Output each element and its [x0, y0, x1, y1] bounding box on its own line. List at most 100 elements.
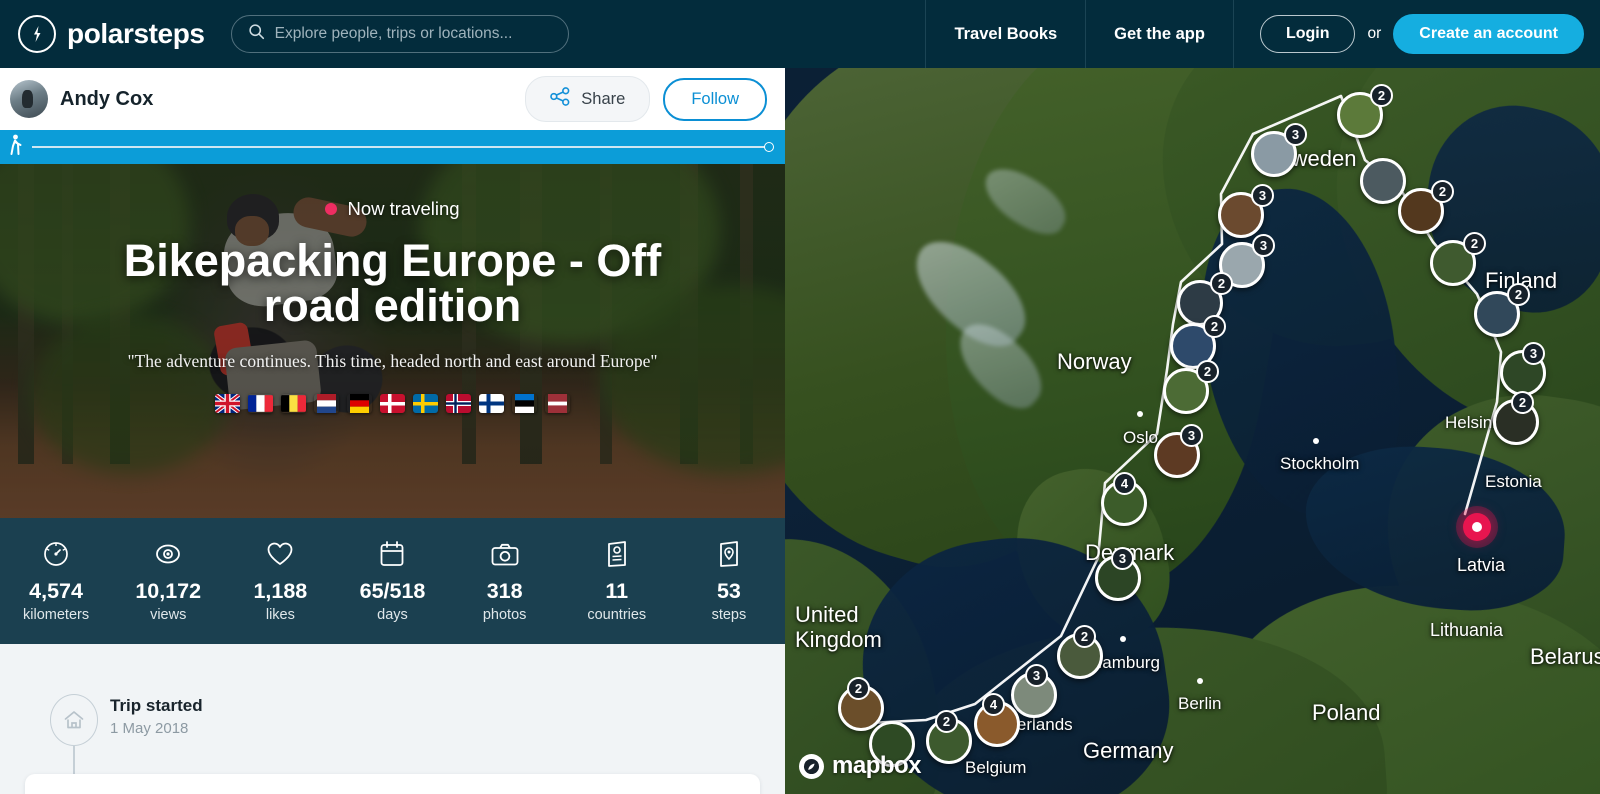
stat-countries: 11 countries	[561, 539, 673, 623]
current-location-pin[interactable]	[1463, 513, 1491, 541]
stat-value: 1,188	[253, 579, 308, 603]
trip-stats-bar: 4,574 kilometers 10,172 views 1,188 like…	[0, 518, 785, 644]
share-button[interactable]: Share	[525, 76, 651, 122]
or-label: or	[1367, 25, 1382, 42]
live-dot-icon	[325, 203, 338, 215]
map-marker[interactable]	[1360, 158, 1406, 204]
stat-likes: 1,188 likes	[224, 539, 336, 623]
polarsteps-logo-icon	[18, 15, 56, 53]
brand-logo[interactable]: polarsteps	[0, 15, 205, 53]
city-dot-hamburg	[1120, 636, 1126, 642]
map-label-berlin: Berlin	[1178, 694, 1222, 713]
trip-started-label: Trip started	[110, 696, 203, 715]
avatar[interactable]	[10, 80, 48, 118]
city-dot-stockholm	[1313, 438, 1319, 444]
trip-map[interactable]: Sweden Finland Norway Oslo Stockholm Hel…	[785, 68, 1600, 794]
map-marker-badge[interactable]: 3	[1522, 342, 1545, 365]
map-marker-badge[interactable]: 2	[935, 710, 958, 733]
map-label-latvia: Latvia	[1457, 555, 1506, 575]
map-marker-badge[interactable]: 4	[982, 693, 1005, 716]
stat-label: steps	[711, 607, 747, 623]
calendar-icon	[379, 539, 405, 569]
feed-step-card[interactable]: Oxford hills...	[25, 774, 760, 794]
map-marker-badge[interactable]: 2	[1507, 283, 1530, 306]
map-marker-badge[interactable]: 2	[1210, 272, 1233, 295]
polarsteps-trip-page: polarsteps Travel Books Get the app Logi…	[0, 0, 1600, 794]
profile-username[interactable]: Andy Cox	[60, 88, 153, 111]
trip-started-date: 1 May 2018	[110, 720, 189, 737]
slider-handle[interactable]	[764, 142, 774, 152]
trip-subtitle: "The adventure continues. This time, hea…	[127, 351, 658, 371]
nav-link-get-the-app[interactable]: Get the app	[1085, 0, 1233, 68]
brand-name: polarsteps	[67, 18, 205, 49]
flag-estonia	[512, 394, 537, 413]
search-box[interactable]	[230, 15, 569, 53]
stat-steps: 53 steps	[673, 539, 785, 623]
stat-label: likes	[265, 607, 295, 623]
profile-bar: Andy Cox Share Follow	[0, 68, 785, 130]
map-marker-badge[interactable]: 3	[1284, 123, 1307, 146]
map-label-poland: Poland	[1312, 700, 1381, 725]
flag-finland	[479, 394, 504, 413]
map-marker-badge[interactable]: 2	[847, 677, 870, 700]
flag-netherlands	[314, 394, 339, 413]
map-marker-badge[interactable]: 3	[1252, 234, 1275, 257]
share-icon	[550, 87, 571, 111]
trip-title: Bikepacking Europe - Off road edition	[123, 235, 662, 331]
map-marker-badge[interactable]: 2	[1431, 180, 1454, 203]
map-label-oslo: Oslo	[1123, 428, 1158, 447]
create-account-button[interactable]: Create an account	[1393, 14, 1584, 54]
trip-detail-panel: Andy Cox Share Follow Now traveling Bike…	[0, 68, 785, 794]
map-label-germany: Germany	[1083, 738, 1174, 763]
stat-value: 10,172	[135, 579, 202, 603]
step-pin-icon	[718, 539, 740, 569]
map-label-kingdom: Kingdom	[795, 627, 882, 652]
status-badge-label: Now traveling	[347, 198, 460, 219]
map-label-estonia: Estonia	[1485, 472, 1542, 491]
follow-button[interactable]: Follow	[663, 77, 767, 121]
search-input[interactable]	[274, 25, 552, 43]
mapbox-attribution[interactable]: mapbox	[799, 752, 922, 780]
map-marker-badge[interactable]: 2	[1511, 391, 1534, 414]
map-marker-badge[interactable]: 3	[1111, 547, 1134, 570]
heart-icon	[266, 539, 294, 569]
map-marker-badge[interactable]: 2	[1370, 84, 1393, 107]
map-marker-badge[interactable]: 3	[1251, 184, 1274, 207]
nav-right-group: Travel Books Get the app Login or Create…	[925, 0, 1600, 68]
profile-actions: Share Follow	[525, 76, 775, 122]
stat-value: 11	[605, 579, 629, 603]
status-badge: Now traveling	[325, 198, 460, 220]
hero-content: Now traveling Bikepacking Europe - Off r…	[0, 164, 785, 518]
map-marker-badge[interactable]: 3	[1180, 424, 1203, 447]
stat-kilometers: 4,574 kilometers	[0, 539, 112, 623]
stat-photos: 318 photos	[449, 539, 561, 623]
passport-icon	[606, 539, 628, 569]
map-marker-badge[interactable]: 2	[1463, 232, 1486, 255]
map-marker-badge[interactable]: 3	[1025, 664, 1048, 687]
stat-label: days	[377, 607, 408, 623]
flag-germany	[347, 394, 372, 413]
map-label-belgium: Belgium	[965, 758, 1027, 777]
trip-hero: Now traveling Bikepacking Europe - Off r…	[0, 164, 785, 518]
login-button[interactable]: Login	[1259, 15, 1356, 53]
stat-label: countries	[587, 607, 647, 623]
map-marker-badge[interactable]: 4	[1113, 472, 1136, 495]
map-marker-badge[interactable]: 2	[1073, 625, 1096, 648]
nav-link-travel-books[interactable]: Travel Books	[925, 0, 1085, 68]
map-marker-badge[interactable]: 2	[1203, 315, 1226, 338]
trip-timeline-slider[interactable]	[0, 130, 785, 164]
stat-value: 318	[486, 579, 523, 603]
flag-belgium	[281, 394, 306, 413]
mapbox-label: mapbox	[832, 752, 922, 779]
map-label-belarus: Belarus	[1530, 644, 1600, 669]
slider-track[interactable]	[32, 142, 774, 152]
map-label-united: United	[795, 602, 859, 627]
auth-group: Login or Create an account	[1232, 0, 1600, 68]
hiker-icon	[8, 134, 24, 161]
map-marker-badge[interactable]: 2	[1196, 360, 1219, 383]
map-label-stockholm: Stockholm	[1280, 454, 1360, 473]
map-label-norway: Norway	[1057, 349, 1132, 374]
trip-feed: Trip started 1 May 2018 Oxford hills...	[0, 644, 785, 794]
camera-icon	[490, 539, 520, 569]
flag-united-kingdom	[215, 394, 240, 413]
